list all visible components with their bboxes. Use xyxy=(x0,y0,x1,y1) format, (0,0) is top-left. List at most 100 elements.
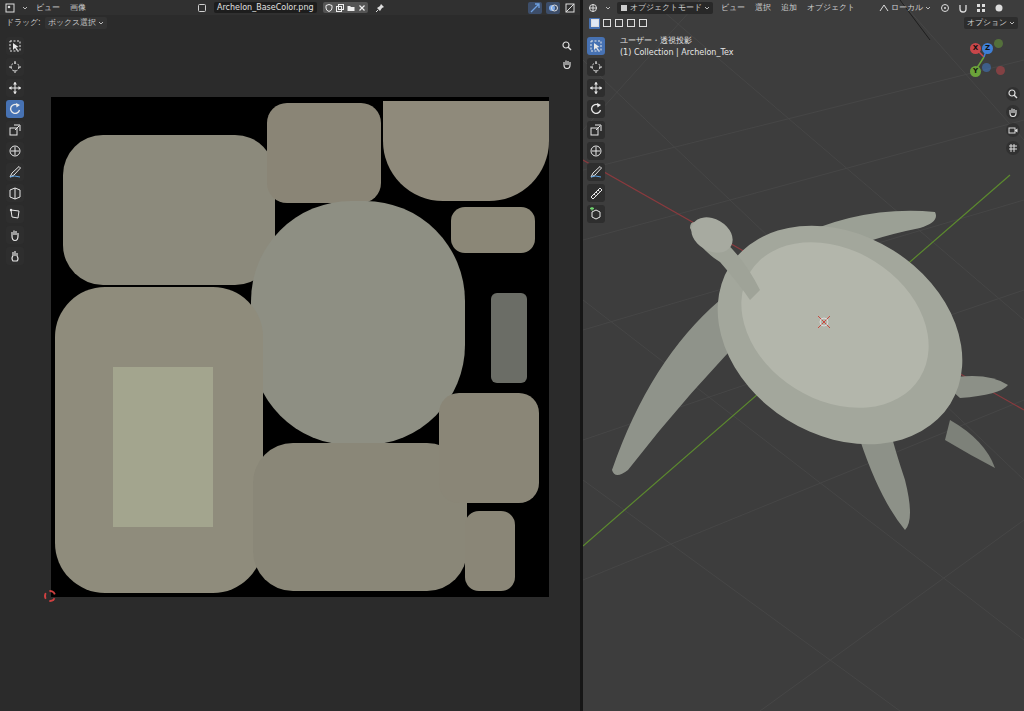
pin-icon[interactable] xyxy=(374,2,386,14)
header-right xyxy=(528,2,576,14)
image-name[interactable]: Archelon_BaseColor.png xyxy=(217,2,314,13)
object-mode-icon[interactable] xyxy=(620,3,628,13)
pivot-icon[interactable] xyxy=(939,2,951,14)
options-label[interactable]: オプション xyxy=(967,17,1007,29)
rip-tool-icon[interactable] xyxy=(6,184,24,202)
display-channels-icon[interactable] xyxy=(564,2,576,14)
image-name-field[interactable]: Archelon_BaseColor.png xyxy=(214,2,317,13)
select-extend-icon[interactable] xyxy=(601,18,612,29)
viewport-3d[interactable]: オブジェクトモード ビュー選択追加オブジェクト ローカル オプション ユーザー・透視… xyxy=(583,0,1024,711)
dropdown-caret-icon[interactable] xyxy=(22,2,28,14)
menu-item[interactable]: オブジェクト xyxy=(805,0,857,15)
menu-item[interactable]: 画像 xyxy=(68,0,88,15)
camera-icon[interactable] xyxy=(1006,123,1020,137)
pan-hand-icon[interactable] xyxy=(560,57,574,71)
annotate-tool-icon[interactable] xyxy=(587,163,605,181)
transform-orientation-dropdown[interactable]: ローカル xyxy=(877,2,933,14)
select-subtract-icon[interactable] xyxy=(613,18,624,29)
move-tool-icon[interactable] xyxy=(6,79,24,97)
scale-tool-icon[interactable] xyxy=(587,121,605,139)
select-mode-group xyxy=(589,18,648,29)
viewport-info: ユーザー・透視投影 (1) Collection | Archelon_Tex xyxy=(620,36,733,58)
orientation-label[interactable]: ローカル xyxy=(891,2,923,14)
image-nav xyxy=(560,39,574,71)
viewport-area[interactable]: ユーザー・透視投影 (1) Collection | Archelon_Tex X… xyxy=(583,31,1024,711)
duplicate-icon[interactable] xyxy=(335,3,345,13)
dropdown-caret-icon[interactable] xyxy=(925,2,931,14)
menu-item[interactable]: 追加 xyxy=(779,0,799,15)
viewport-tool-header: オプション xyxy=(583,15,1024,31)
transform-tool-icon[interactable] xyxy=(587,142,605,160)
mode-dropdown[interactable]: オブジェクトモード xyxy=(617,2,713,14)
rotate-tool-icon[interactable] xyxy=(587,100,605,118)
menu-item[interactable]: ビュー xyxy=(34,0,62,15)
image-canvas[interactable] xyxy=(0,31,580,711)
axis-negative-z-icon[interactable] xyxy=(982,63,991,72)
axis-ball[interactable]: Z xyxy=(982,43,993,54)
drag-mode[interactable]: ボックス選択 xyxy=(48,17,96,29)
mode-label[interactable]: オブジェクトモード xyxy=(630,2,702,14)
image-browse-icon[interactable] xyxy=(196,2,208,14)
axis-label[interactable]: X xyxy=(973,45,978,52)
scale-tool-icon[interactable] xyxy=(6,121,24,139)
zoom-icon[interactable] xyxy=(1006,87,1020,101)
options-dropdown[interactable]: オプション xyxy=(964,17,1018,29)
add-tool-icon[interactable] xyxy=(587,205,605,223)
viewport-nav xyxy=(1006,87,1020,155)
transform-tool-icon[interactable] xyxy=(6,142,24,160)
menu-item[interactable]: 選択 xyxy=(753,0,773,15)
close-icon[interactable] xyxy=(357,3,367,13)
axis-label[interactable]: Y xyxy=(973,68,978,75)
axis-ball[interactable]: X xyxy=(970,43,981,54)
select-new-icon[interactable] xyxy=(589,18,600,29)
dropdown-caret-icon[interactable] xyxy=(704,2,710,14)
pinch-tool-icon[interactable] xyxy=(6,247,24,265)
folder-icon[interactable] xyxy=(346,3,356,13)
select-tool-icon[interactable] xyxy=(6,37,24,55)
dropdown-caret-icon[interactable] xyxy=(605,2,611,14)
move-tool-icon[interactable] xyxy=(587,79,605,97)
overlay-icon[interactable] xyxy=(546,2,560,14)
zoom-icon[interactable] xyxy=(560,39,574,53)
cursor-tool-icon[interactable] xyxy=(6,58,24,76)
image-actions xyxy=(323,2,368,13)
select-intersect-icon[interactable] xyxy=(637,18,648,29)
grab-tool-icon[interactable] xyxy=(6,226,24,244)
texture-image xyxy=(51,97,549,597)
tool-settings-bar: ドラッグ: ボックス選択 xyxy=(0,15,580,31)
cursor-tool-icon[interactable] xyxy=(587,58,605,76)
drag-mode-dropdown[interactable]: ボックス選択 xyxy=(45,17,107,29)
measure-tool-icon[interactable] xyxy=(587,184,605,202)
axis-ball[interactable]: Y xyxy=(970,66,981,77)
rotate-tool-icon[interactable] xyxy=(6,100,24,118)
view-name: ユーザー・透視投影 xyxy=(620,36,733,46)
snap-icon[interactable] xyxy=(957,2,969,14)
dropdown-caret-icon[interactable] xyxy=(1009,17,1015,29)
turtle-model xyxy=(612,181,1008,530)
axis-gizmo[interactable]: X Y Z xyxy=(964,39,1016,83)
gizmo-toggle-icon[interactable] xyxy=(528,2,542,14)
axis-negative-y-icon[interactable] xyxy=(994,39,1003,48)
menu-item[interactable]: ビュー xyxy=(719,0,747,15)
orientation-icon[interactable] xyxy=(879,3,889,13)
proportional-icon[interactable] xyxy=(993,2,1005,14)
snap-target-icon[interactable] xyxy=(975,2,987,14)
shield-icon[interactable] xyxy=(324,3,334,13)
pan-hand-icon[interactable] xyxy=(1006,105,1020,119)
drag-label: ドラッグ: xyxy=(6,15,41,31)
viewport-toolbar xyxy=(587,37,605,223)
select-invert-icon[interactable] xyxy=(625,18,636,29)
collection-path: (1) Collection | Archelon_Tex xyxy=(620,48,733,58)
grid-view-icon[interactable] xyxy=(1006,141,1020,155)
select-tool-icon[interactable] xyxy=(587,37,605,55)
dropdown-caret-icon[interactable] xyxy=(98,17,104,29)
axis-negative-x-icon[interactable] xyxy=(996,66,1005,75)
axis-label[interactable]: Z xyxy=(985,45,990,52)
editor-type-icon[interactable] xyxy=(587,2,599,14)
cursor-2d-icon[interactable] xyxy=(44,590,56,602)
image-toolbar xyxy=(6,37,24,265)
annotate-tool-icon[interactable] xyxy=(6,163,24,181)
editor-type-icon[interactable] xyxy=(4,2,16,14)
polygon-tool-icon[interactable] xyxy=(6,205,24,223)
image-editor-header: ビュー画像 Archelon_BaseColor.png xyxy=(0,0,580,15)
